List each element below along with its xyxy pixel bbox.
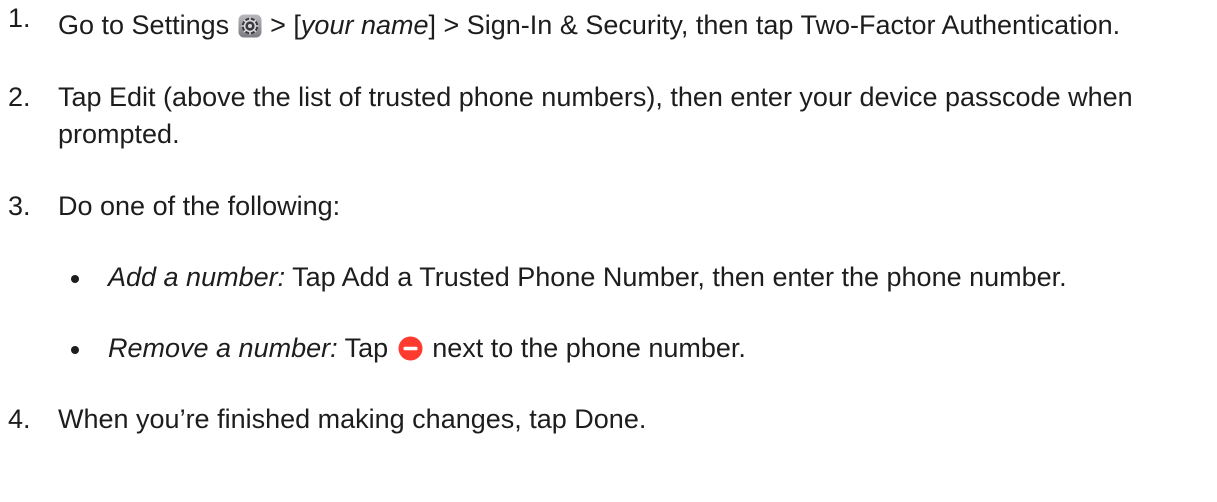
option-text-part: Tap xyxy=(344,333,389,363)
step-number: 2. xyxy=(8,82,31,112)
settings-gear-icon xyxy=(238,11,262,38)
bullet-icon xyxy=(71,275,79,283)
placeholder-name: your name xyxy=(300,10,429,40)
option-remove-number: Remove a number: Tap next to the phone n… xyxy=(58,330,1217,367)
step-4: 4. When you’re finished making changes, … xyxy=(0,401,1217,438)
step-number: 1. xyxy=(8,3,31,33)
step-1: 1. Go to Settings > [your name] > Sign-I… xyxy=(0,0,1217,44)
step-number: 3. xyxy=(8,191,31,221)
bullet-icon xyxy=(71,346,79,354)
step-number: 4. xyxy=(8,404,31,434)
option-text-part: next to the phone number. xyxy=(432,333,746,363)
option-add-number: Add a number: Tap Add a Trusted Phone Nu… xyxy=(58,259,1217,296)
step-text: Do one of the following: xyxy=(58,191,341,221)
step-text-part: Go to Settings xyxy=(58,10,230,40)
step-text: When you’re finished making changes, tap… xyxy=(58,404,647,434)
step-3: 3. Do one of the following: Add a number… xyxy=(0,188,1217,367)
step-text-part: > [ xyxy=(270,10,301,40)
option-label: Add a number: xyxy=(108,262,286,292)
instruction-steps: 1. Go to Settings > [your name] > Sign-I… xyxy=(0,0,1217,438)
options-list: Add a number: Tap Add a Trusted Phone Nu… xyxy=(58,259,1217,367)
remove-minus-circle-icon xyxy=(398,334,423,361)
option-text: Tap Add a Trusted Phone Number, then ent… xyxy=(292,262,1067,292)
option-label: Remove a number: xyxy=(108,333,338,363)
step-text-part: ] > Sign-In & Security, then tap Two-Fac… xyxy=(428,10,1121,40)
step-text: Tap Edit (above the list of trusted phon… xyxy=(58,82,1133,149)
step-2: 2. Tap Edit (above the list of trusted p… xyxy=(0,79,1217,153)
